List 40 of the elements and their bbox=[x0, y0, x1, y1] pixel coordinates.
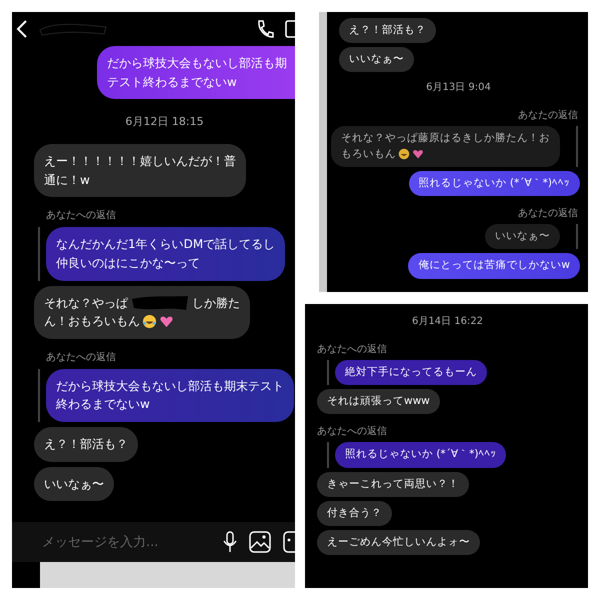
received-bubble: え？！部活も？ bbox=[34, 426, 138, 462]
video-icon[interactable] bbox=[285, 20, 295, 38]
reply-label: あなたへの返信 bbox=[317, 424, 387, 438]
sent-bubble: だから球技大会もないし部活も期 テスト終わるまでないw bbox=[97, 46, 295, 100]
quoted-bubble: いいなぁ〜 bbox=[485, 224, 560, 250]
received-bubble: きゃーこれって両思い？！ bbox=[317, 472, 469, 497]
received-bubble: それな？やっぱ しか勝た ん！おもろいもん bbox=[34, 286, 250, 339]
quoted-bubble: それな？やっぱ藤原はるきしか勝たん！お もろいもん bbox=[331, 126, 560, 167]
redaction-scribble bbox=[130, 294, 190, 311]
microphone-icon[interactable] bbox=[223, 531, 237, 553]
received-bubble: えー！！！！！！嬉しいんだが！普 通に！w bbox=[34, 144, 246, 198]
date-label: 6月12日 18:15 bbox=[125, 114, 204, 130]
laughing-face-icon bbox=[142, 314, 157, 329]
reply-label: あなたの返信 bbox=[518, 206, 578, 220]
date-label: 6月14日 16:22 bbox=[412, 315, 484, 328]
image-icon[interactable] bbox=[249, 531, 271, 553]
heart-icon bbox=[412, 148, 424, 160]
received-bubble: えーごめん今忙しいんよォ〜 bbox=[317, 530, 480, 556]
quoted-bubble: なんだかんだ1年くらいDMで話してるし 仲良いのはにこかな〜って bbox=[46, 227, 286, 281]
reply-label: あなたの返信 bbox=[518, 108, 578, 122]
sent-bubble: 俺にとっては苦痛でしかないw bbox=[408, 253, 580, 279]
heart-icon bbox=[159, 314, 174, 329]
reply-label: あなたへの返信 bbox=[317, 342, 387, 356]
back-icon[interactable] bbox=[16, 19, 28, 39]
received-bubble: え？！部活も？ bbox=[339, 18, 436, 44]
received-bubble: それは頑張ってwww bbox=[317, 389, 440, 414]
sticker-icon[interactable] bbox=[283, 531, 295, 553]
date-label: 6月13日 9:04 bbox=[426, 81, 491, 94]
received-bubble: いいなぁ〜 bbox=[34, 466, 114, 502]
redaction-scribble bbox=[38, 22, 108, 36]
laughing-face-icon bbox=[398, 148, 410, 160]
quoted-bubble: 照れるじゃないか (*´∀｀*)ﾍﾍｯ bbox=[335, 442, 506, 468]
quoted-bubble: だから球技大会もないし部活も期末テスト 終わるまでないw bbox=[46, 368, 294, 422]
reply-label: あなたへの返信 bbox=[46, 208, 116, 222]
received-bubble: 付き合う？ bbox=[317, 500, 392, 526]
reply-label: あなたへの返信 bbox=[46, 350, 116, 364]
received-bubble: いいなぁ〜 bbox=[339, 47, 414, 72]
phone-icon[interactable] bbox=[255, 19, 275, 39]
sent-bubble: 照れるじゃないか (*´∀｀*)ﾍﾍｯ bbox=[408, 170, 580, 196]
quoted-bubble: 絶対下手になってるもーん bbox=[335, 360, 487, 386]
